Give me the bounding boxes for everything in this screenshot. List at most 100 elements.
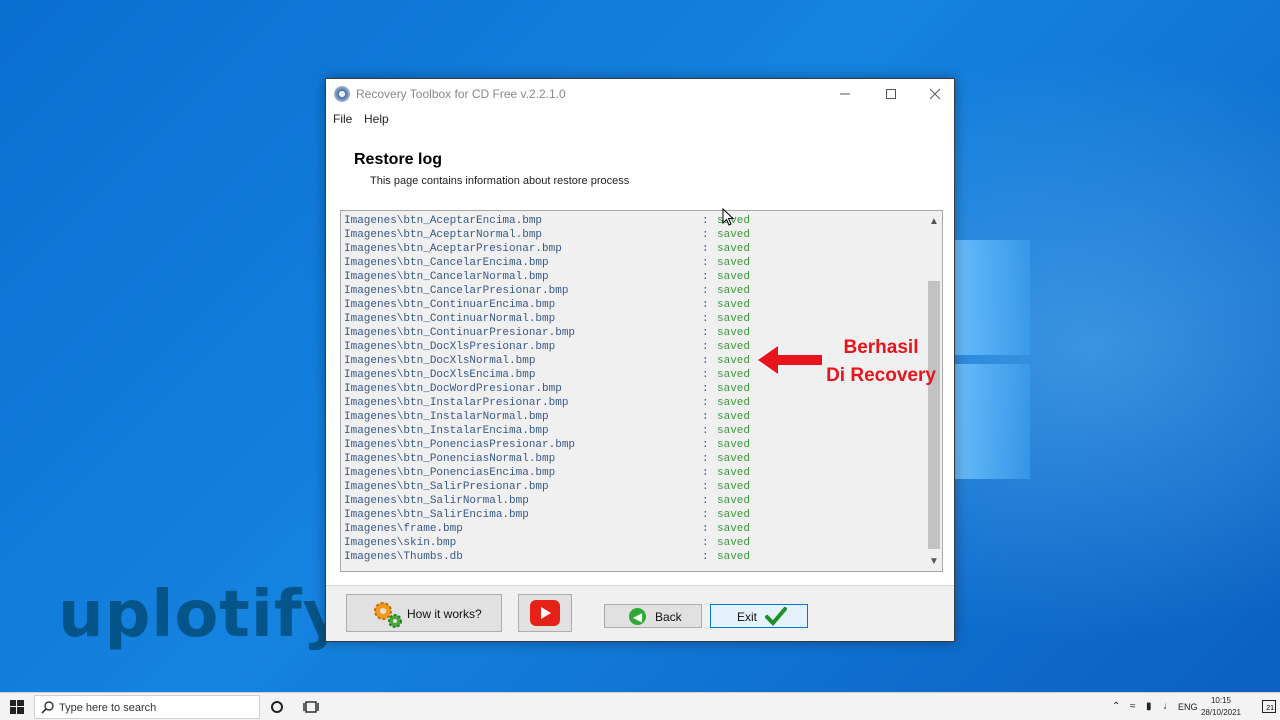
log-row: Imagenes\btn_CancelarEncima.bmp: saved: [344, 256, 926, 270]
log-row: Imagenes\frame.bmp: saved: [344, 522, 926, 536]
cd-app-icon: [334, 86, 350, 102]
log-status: saved: [717, 453, 751, 465]
log-separator: :: [702, 313, 709, 325]
log-separator: :: [702, 425, 709, 437]
clock[interactable]: 10:15 28/10/2021: [1196, 695, 1246, 719]
log-status: saved: [717, 257, 751, 269]
log-row: Imagenes\btn_InstalarEncima.bmp: saved: [344, 424, 926, 438]
how-it-works-label: How it works?: [407, 607, 482, 621]
search-placeholder: Type here to search: [59, 702, 157, 714]
log-row: Imagenes\btn_InstalarPresionar.bmp: saved: [344, 396, 926, 410]
task-view-icon[interactable]: [303, 700, 319, 714]
log-status: saved: [717, 411, 751, 423]
log-row: Imagenes\btn_PonenciasEncima.bmp: saved: [344, 466, 926, 480]
log-row: Imagenes\btn_PonenciasPresionar.bmp: save…: [344, 438, 926, 452]
log-status: saved: [717, 495, 751, 507]
scroll-thumb[interactable]: [928, 281, 940, 549]
log-separator: :: [702, 537, 709, 549]
log-status: saved: [717, 425, 751, 437]
log-status: saved: [717, 355, 751, 367]
scroll-up-icon[interactable]: ▲: [926, 213, 942, 229]
log-status: saved: [717, 299, 751, 311]
window-title: Recovery Toolbox for CD Free v.2.2.1.0: [356, 87, 566, 101]
log-separator: :: [702, 285, 709, 297]
log-status: saved: [717, 551, 751, 563]
notification-center-icon[interactable]: 21: [1262, 700, 1276, 713]
red-arrow-icon: [758, 346, 822, 374]
how-it-works-button[interactable]: How it works?: [346, 594, 502, 632]
log-row: Imagenes\btn_SalirEncima.bmp: saved: [344, 508, 926, 522]
log-separator: :: [702, 355, 709, 367]
log-file-name: Imagenes\btn_PonenciasPresionar.bmp: [344, 439, 576, 451]
log-separator: :: [702, 439, 709, 451]
log-scrollbar[interactable]: ▲ ▼: [926, 211, 942, 571]
log-file-name: Imagenes\btn_SalirNormal.bmp: [344, 495, 529, 507]
log-row: Imagenes\btn_InstalarNormal.bmp: saved: [344, 410, 926, 424]
log-separator: :: [702, 369, 709, 381]
windows-logo-wallpaper: [950, 240, 1030, 480]
log-row: Imagenes\Thumbs.db: saved: [344, 550, 926, 564]
tray-chevron-up-icon[interactable]: ⌃: [1112, 701, 1120, 712]
log-file-name: Imagenes\btn_CancelarEncima.bmp: [344, 257, 549, 269]
restore-log-list[interactable]: Imagenes\btn_AceptarEncima.bmp: saved Imag…: [340, 210, 943, 572]
log-separator: :: [702, 229, 709, 241]
log-file-name: Imagenes\btn_CancelarNormal.bmp: [344, 271, 549, 283]
log-file-name: Imagenes\btn_ContinuarEncima.bmp: [344, 299, 556, 311]
language-indicator[interactable]: ENG: [1178, 702, 1198, 712]
log-separator: :: [702, 467, 709, 479]
close-icon: [929, 88, 941, 100]
log-status: saved: [717, 467, 751, 479]
back-button[interactable]: ◀ Back: [604, 604, 702, 628]
log-separator: :: [702, 383, 709, 395]
exit-button[interactable]: Exit: [710, 604, 808, 628]
battery-icon[interactable]: ▮: [1146, 701, 1152, 712]
log-file-name: Imagenes\btn_SalirEncima.bmp: [344, 509, 529, 521]
log-row: Imagenes\btn_ContinuarEncima.bmp: saved: [344, 298, 926, 312]
log-file-name: Imagenes\skin.bmp: [344, 537, 457, 549]
log-file-name: Imagenes\btn_CancelarPresionar.bmp: [344, 285, 569, 297]
windows-start-icon[interactable]: [10, 700, 24, 714]
back-arrow-icon: ◀: [629, 608, 646, 625]
log-file-name: Imagenes\btn_DocXlsNormal.bmp: [344, 355, 536, 367]
log-file-name: Imagenes\btn_DocXlsEncima.bmp: [344, 369, 536, 381]
annotation-line-2: Di Recovery: [826, 365, 936, 386]
cortana-icon[interactable]: [271, 701, 283, 713]
button-panel: How it works? ◀ Back Exit: [326, 585, 954, 641]
volume-icon[interactable]: ♩: [1163, 701, 1173, 712]
log-separator: :: [702, 551, 709, 563]
log-separator: :: [702, 523, 709, 535]
log-separator: :: [702, 341, 709, 353]
log-status: saved: [717, 243, 751, 255]
youtube-icon: [530, 600, 560, 626]
menu-help[interactable]: Help: [364, 112, 389, 126]
minimize-button[interactable]: [822, 79, 868, 109]
log-file-name: Imagenes\btn_AceptarPresionar.bmp: [344, 243, 562, 255]
page-title: Restore log: [354, 151, 443, 168]
menu-file[interactable]: File: [333, 112, 352, 126]
gears-icon: [374, 602, 402, 628]
taskbar: Type here to search ⌃ ≈ ▮ ♩ ENG 10:15 28…: [0, 692, 1280, 720]
close-button[interactable]: [912, 79, 958, 109]
log-separator: :: [702, 411, 709, 423]
log-status: saved: [717, 341, 751, 353]
log-file-name: Imagenes\btn_InstalarEncima.bmp: [344, 425, 549, 437]
log-status: saved: [717, 397, 751, 409]
log-row: Imagenes\btn_SalirPresionar.bmp: saved: [344, 480, 926, 494]
log-file-name: Imagenes\btn_ContinuarPresionar.bmp: [344, 327, 576, 339]
title-bar[interactable]: Recovery Toolbox for CD Free v.2.2.1.0: [326, 79, 954, 109]
wifi-icon[interactable]: ≈: [1130, 701, 1136, 712]
youtube-button[interactable]: [518, 594, 572, 632]
log-file-name: Imagenes\btn_SalirPresionar.bmp: [344, 481, 549, 493]
maximize-button[interactable]: [868, 79, 914, 109]
log-status: saved: [717, 327, 751, 339]
log-row: Imagenes\btn_AceptarNormal.bmp: saved: [344, 228, 926, 242]
log-file-name: Imagenes\btn_PonenciasNormal.bmp: [344, 453, 556, 465]
back-label: Back: [655, 610, 682, 624]
taskbar-search-input[interactable]: Type here to search: [34, 695, 260, 719]
log-status: saved: [717, 439, 751, 451]
log-file-name: Imagenes\btn_PonenciasEncima.bmp: [344, 467, 556, 479]
log-status: saved: [717, 481, 751, 493]
log-file-name: Imagenes\btn_InstalarNormal.bmp: [344, 411, 549, 423]
scroll-down-icon[interactable]: ▼: [926, 553, 942, 569]
log-row: Imagenes\btn_SalirNormal.bmp: saved: [344, 494, 926, 508]
